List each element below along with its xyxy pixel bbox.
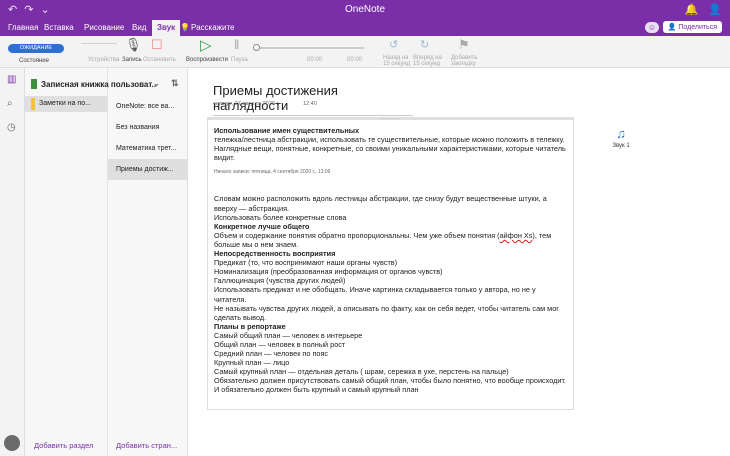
note-container[interactable]: ········ Использование имен существитель… xyxy=(207,116,574,410)
sections-pane: Заметки на по... xyxy=(25,68,108,456)
notebook-name[interactable]: Записная книжка пользоват... xyxy=(41,80,156,89)
misspelled-word[interactable]: айфон Xs xyxy=(500,231,533,240)
section-name: Заметки на по... xyxy=(39,100,91,107)
status-badge: ОЖИДАНИЕ xyxy=(8,44,64,53)
note-paragraph: Общий план — человек в полный рост xyxy=(214,339,346,349)
pages-pane: OneNote: все ва... Без названия Математи… xyxy=(108,68,188,456)
forward-15-label[interactable]: Вперед на 15 секунд xyxy=(413,55,443,67)
status-label: Состояние xyxy=(19,58,49,64)
note-paragraph: Использовать более конкретные слова xyxy=(214,212,347,222)
page-item[interactable]: Без названия xyxy=(108,117,188,138)
pause-label[interactable]: Пауза xyxy=(231,57,248,63)
chevron-down-icon[interactable]: ⌄ xyxy=(153,79,160,88)
note-drag-handle[interactable]: ········ xyxy=(208,116,573,122)
note-heading: Конкретное лучше общего xyxy=(214,221,310,231)
add-section-button[interactable]: Добавить раздел xyxy=(34,441,93,450)
bookmark-label[interactable]: Добавить закладку xyxy=(451,55,481,67)
note-paragraph: тележка/лестница абстракции, использоват… xyxy=(214,135,566,163)
page-date: четверг, 27 августа 2020 г. xyxy=(213,101,280,107)
page-title[interactable]: Приемы достижения наглядности xyxy=(213,83,413,116)
devices-label: Устройства xyxy=(88,57,120,63)
note-paragraph: Словам можно расположить вдоль лестницы … xyxy=(214,194,547,213)
recent-clock-icon[interactable]: ◷ xyxy=(7,122,16,133)
stop-label[interactable]: Остановить xyxy=(143,57,176,63)
tab-audio[interactable]: Звук xyxy=(152,20,181,36)
audio-attachment[interactable]: ♫ Звук 1 xyxy=(609,126,633,149)
forward-15-icon[interactable]: ↻ xyxy=(420,38,429,51)
stop-icon[interactable]: ☐ xyxy=(151,37,163,53)
note-paragraph: Самый общий план — человек в интерьере xyxy=(214,330,363,340)
play-icon[interactable]: ▷ xyxy=(200,36,212,54)
text-run: Объем и содержание понятия обратно пропо… xyxy=(214,230,500,240)
page-item[interactable]: OneNote: все ва... xyxy=(108,96,188,117)
note-paragraph: Крупный план — лицо xyxy=(214,358,290,368)
audio-attachment-label: Звук 1 xyxy=(612,143,630,149)
tab-tell-me[interactable]: Расскажите xyxy=(191,23,235,32)
tab-insert[interactable]: Вставка xyxy=(44,23,74,32)
note-paragraph: Самый крупный план — отдельная деталь ( … xyxy=(214,367,509,377)
note-heading: Использование имен существительных xyxy=(214,126,360,135)
notebook-header[interactable]: Записная книжка пользоват... ⌄ ⇅ xyxy=(25,68,188,94)
devices-placeholder: —————— xyxy=(81,41,117,47)
notebooks-icon[interactable]: ▥ xyxy=(7,74,16,85)
record-icon[interactable]: 🎙 xyxy=(125,37,142,53)
add-page-button[interactable]: Добавить стран... xyxy=(116,441,177,450)
audio-file-icon[interactable]: ♫ xyxy=(609,126,633,141)
page-item[interactable]: Математика трет... xyxy=(108,138,188,159)
title-actions: 🔔 👤 xyxy=(685,3,722,16)
note-paragraph: Обязательно должен присутствовать самый … xyxy=(214,376,567,395)
playback-slider[interactable] xyxy=(253,44,364,51)
share-button[interactable]: 👤 Поделиться xyxy=(662,21,722,33)
note-body[interactable]: Использование имен существительных тележ… xyxy=(214,126,569,395)
notebook-icon xyxy=(31,79,37,89)
tab-view[interactable]: Вид xyxy=(132,23,146,32)
note-paragraph: Галлюцинация (чувства других людей) xyxy=(214,276,346,286)
note-paragraph: Средний план — человек по пояс xyxy=(214,349,329,359)
avatar[interactable] xyxy=(4,435,20,451)
recording-timestamp: Начало записи: пятница, 4 сентября 2020 … xyxy=(214,169,331,176)
nav-rail: ▥ ⌕ ◷ xyxy=(0,68,25,456)
play-label[interactable]: Воспроизвести xyxy=(186,57,228,63)
time-start: 00:00 xyxy=(307,57,323,63)
account-icon[interactable]: 👤 xyxy=(708,3,722,16)
search-icon[interactable]: ⌕ xyxy=(7,98,13,109)
note-paragraph: Не называть чувства других людей, а опис… xyxy=(214,303,559,322)
add-section-label: Добавить раздел xyxy=(34,441,94,450)
page-time: 12:40 xyxy=(303,101,317,107)
feedback-icon[interactable]: ☺ xyxy=(645,22,659,33)
section-color-tab xyxy=(31,98,35,110)
note-paragraph: Объем и содержание понятия обратно пропо… xyxy=(214,231,569,249)
note-paragraph: Использовать предикат и не обобщать. Ина… xyxy=(214,285,536,304)
back-15-label[interactable]: Назад на 15 секунд xyxy=(383,55,411,67)
pause-icon[interactable]: ‖ xyxy=(234,37,239,52)
ribbon-tabs: Главная Вставка Рисование Вид Звук 💡 Рас… xyxy=(0,20,730,36)
note-paragraph: Номинализация (преобразованная информаци… xyxy=(214,267,443,277)
tab-tell-me-icon[interactable]: 💡 xyxy=(180,23,190,32)
add-page-label: Добавить стран... xyxy=(116,441,178,450)
window-title: OneNote xyxy=(344,4,386,15)
record-label[interactable]: Запись xyxy=(122,57,142,63)
note-heading: Планы в репортаже xyxy=(214,321,286,331)
page-item-selected[interactable]: Приемы достиж... xyxy=(108,159,188,180)
bell-icon[interactable]: 🔔 xyxy=(685,3,699,16)
share-label: Поделиться xyxy=(678,24,717,31)
slider-knob[interactable] xyxy=(253,44,260,51)
time-end: 00:00 xyxy=(347,57,363,63)
bookmark-icon[interactable]: ⚑ xyxy=(458,37,470,53)
rewind-15-icon[interactable]: ↺ xyxy=(389,38,398,51)
title-bar: ↶ ↷ ⌄ OneNote 🔔 👤 xyxy=(0,0,730,20)
tab-draw[interactable]: Рисование xyxy=(84,23,124,32)
tab-home[interactable]: Главная xyxy=(8,23,38,32)
note-paragraph: Предикат (то, что воспринимают наши орга… xyxy=(214,258,398,268)
audio-ribbon: ОЖИДАНИЕ Состояние —————— Устройства 🎙 З… xyxy=(0,36,730,68)
section-item[interactable]: Заметки на по... xyxy=(25,96,108,112)
note-heading: Непосредственность восприятия xyxy=(214,249,336,259)
sort-icon[interactable]: ⇅ xyxy=(171,78,179,89)
